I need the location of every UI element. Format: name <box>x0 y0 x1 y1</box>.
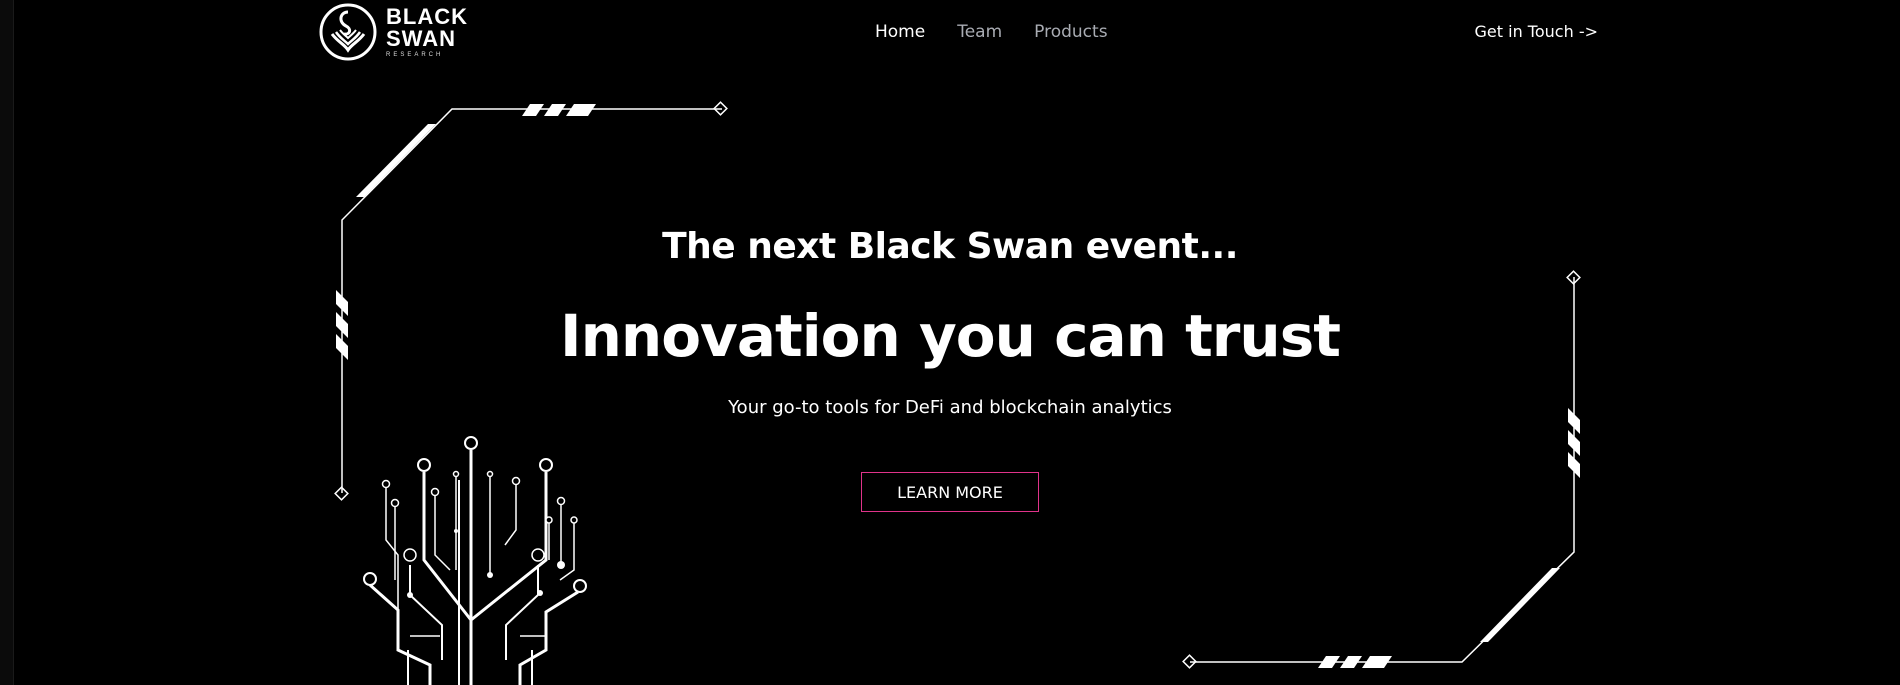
frame-line-top-left <box>341 108 722 493</box>
frame-accent-diagonal-tl <box>356 124 436 197</box>
hero-cta-wrap: LEARN MORE <box>0 472 1900 512</box>
learn-more-button[interactable]: LEARN MORE <box>861 472 1039 512</box>
hero-subline: Your go-to tools for DeFi and blockchain… <box>728 397 1172 418</box>
hero-headline: Innovation you can trust <box>560 302 1341 370</box>
hero-tagline: The next Black Swan event... <box>662 226 1238 267</box>
